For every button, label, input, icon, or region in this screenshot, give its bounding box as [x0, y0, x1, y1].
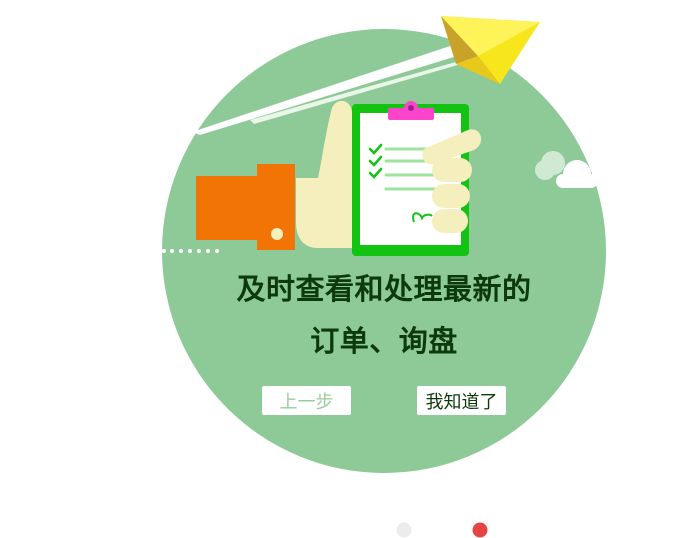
headline-line-2: 订单、询盘	[310, 324, 458, 358]
previous-step-button[interactable]: 上一步	[262, 386, 351, 415]
sleeve	[196, 164, 295, 250]
headline-line-1: 及时查看和处理最新的	[236, 272, 532, 306]
got-it-button[interactable]: 我知道了	[417, 386, 506, 415]
pager-dot-2[interactable]	[472, 522, 488, 538]
pager-dot-1[interactable]	[396, 522, 412, 538]
